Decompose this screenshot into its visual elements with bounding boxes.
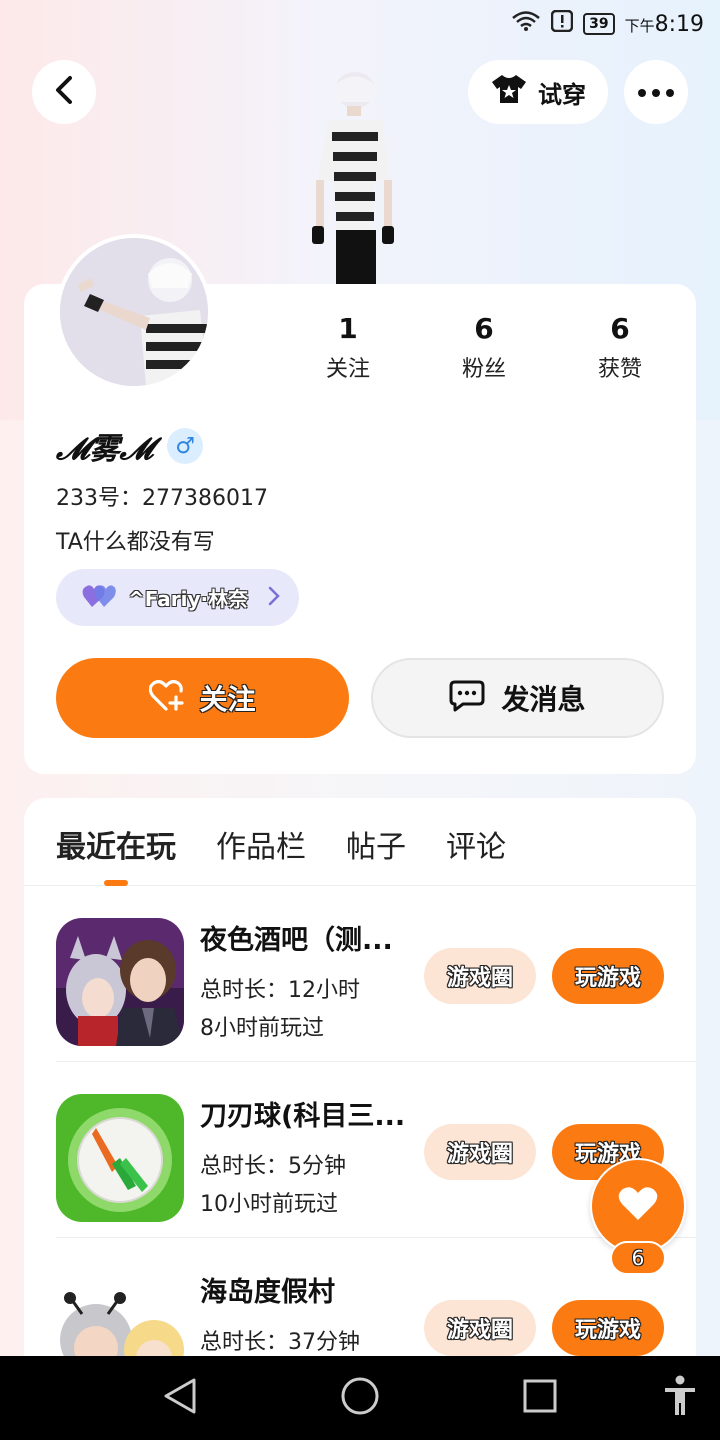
try-on-button[interactable]: 试穿	[468, 60, 608, 124]
following-label: 关注	[325, 357, 370, 382]
game-circle-label: 游戏圈	[446, 1142, 513, 1167]
cp-partner-name: ^Fariy·林奈	[128, 587, 249, 611]
tab-posts[interactable]: 帖子	[346, 822, 406, 866]
double-heart-icon	[82, 583, 116, 613]
more-dots-icon	[637, 83, 675, 102]
game-icon-night-bar[interactable]	[56, 918, 184, 1046]
send-message-label: 发消息	[501, 683, 586, 716]
likes-count: 6	[610, 312, 630, 345]
game-duration: 总时长：37分钟	[200, 1330, 360, 1355]
nav-home-button[interactable]	[338, 1376, 382, 1420]
user-id[interactable]: 233号：277386017	[56, 480, 268, 512]
game-duration: 总时长：5分钟	[200, 1154, 346, 1179]
game-last-played: 10小时前玩过	[200, 1192, 338, 1217]
game-circle-button[interactable]: 游戏圈	[424, 1300, 536, 1356]
battery-indicator: 39	[583, 13, 615, 35]
alert-icon	[550, 9, 574, 38]
tab-works[interactable]: 作品栏	[216, 822, 306, 866]
username-row: 𝓜雾𝓜 ♂	[56, 424, 204, 468]
game-circle-label: 游戏圈	[446, 966, 513, 991]
play-game-button[interactable]: 玩游戏	[552, 1300, 664, 1356]
tshirt-icon	[490, 73, 528, 111]
male-gender-icon: ♂	[167, 428, 204, 464]
like-fab-button[interactable]	[590, 1158, 686, 1254]
cp-partner-pill[interactable]: ^Fariy·林奈	[56, 569, 299, 626]
back-button[interactable]	[32, 60, 96, 124]
heart-icon	[618, 1186, 658, 1226]
play-game-label: 玩游戏	[574, 966, 641, 991]
chevron-right-icon	[268, 584, 280, 612]
nav-recents-button[interactable]	[518, 1376, 562, 1420]
following-stat[interactable]: 1 关注	[288, 312, 408, 383]
avatar-character-figure[interactable]	[300, 70, 400, 285]
likes-label: 获赞	[597, 357, 642, 382]
chevron-left-icon	[53, 75, 75, 109]
avatar[interactable]	[56, 234, 212, 390]
game-circle-button[interactable]: 游戏圈	[424, 1124, 536, 1180]
game-title: 刀刃球(科目三...	[200, 1101, 406, 1132]
play-game-button[interactable]: 玩游戏	[552, 948, 664, 1004]
tab-bar: 最近在玩 作品栏 帖子 评论	[24, 798, 696, 886]
follow-label: 关注	[199, 683, 256, 716]
square-recents-icon	[522, 1378, 558, 1418]
accessibility-button[interactable]	[658, 1375, 702, 1421]
likes-stat[interactable]: 6 获赞	[560, 312, 680, 383]
more-options-button[interactable]	[624, 60, 688, 124]
wifi-icon	[511, 10, 541, 38]
accessibility-icon	[662, 1375, 698, 1421]
following-count: 1	[338, 312, 358, 345]
game-circle-label: 游戏圈	[446, 1318, 513, 1343]
status-bar: 39 下午8:19	[0, 0, 720, 50]
user-bio: TA什么都没有写	[56, 530, 215, 555]
like-count-badge: 6	[610, 1241, 666, 1275]
followers-count: 6	[474, 312, 494, 345]
send-message-button[interactable]: 发消息	[371, 658, 664, 738]
game-duration: 总时长：12小时	[200, 978, 360, 1003]
tab-comments[interactable]: 评论	[446, 822, 506, 866]
nav-back-button[interactable]	[158, 1376, 202, 1420]
system-navigation-bar	[0, 1356, 720, 1440]
content-card: 最近在玩 作品栏 帖子 评论 夜色酒吧（测... 总时长：12小时 8小时前玩过…	[24, 798, 696, 1398]
play-game-label: 玩游戏	[574, 1318, 641, 1343]
circle-home-icon	[340, 1376, 380, 1420]
clock: 8:19	[654, 11, 704, 37]
game-icon-blade-ball[interactable]	[56, 1094, 184, 1222]
try-on-label: 试穿	[538, 80, 586, 109]
game-title: 夜色酒吧（测...	[200, 925, 393, 956]
tab-recently-played[interactable]: 最近在玩	[56, 822, 176, 866]
game-circle-button[interactable]: 游戏圈	[424, 948, 536, 1004]
follow-button[interactable]: 关注	[56, 658, 349, 738]
game-last-played: 8小时前玩过	[200, 1016, 324, 1041]
game-title: 海岛度假村	[200, 1277, 335, 1308]
username: 𝓜雾𝓜	[56, 432, 154, 467]
game-list-item[interactable]: 夜色酒吧（测... 总时长：12小时 8小时前玩过 游戏圈 玩游戏	[56, 886, 696, 1062]
triangle-back-icon	[162, 1377, 198, 1419]
time-period: 下午	[624, 16, 655, 35]
followers-stat[interactable]: 6 粉丝	[424, 312, 544, 383]
chat-bubble-icon	[449, 680, 485, 716]
followers-label: 粉丝	[461, 357, 506, 382]
heart-plus-icon	[149, 679, 185, 716]
